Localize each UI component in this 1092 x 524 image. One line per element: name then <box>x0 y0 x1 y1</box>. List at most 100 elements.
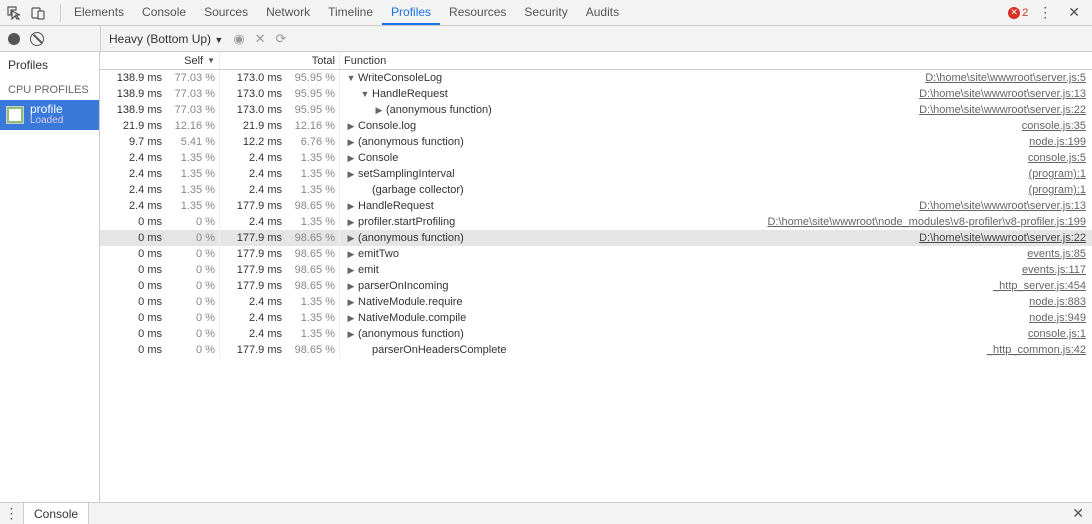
source-link[interactable]: events.js:117 <box>1022 264 1092 276</box>
tab-timeline[interactable]: Timeline <box>319 0 382 25</box>
disclosure-icon[interactable]: ▶ <box>346 121 356 132</box>
source-link[interactable]: (program):1 <box>1029 184 1092 196</box>
col-total[interactable]: Total <box>220 52 340 69</box>
function-name: setSamplingInterval <box>358 168 455 180</box>
function-name: emit <box>358 264 379 276</box>
function-name: (anonymous function) <box>386 104 492 116</box>
table-row[interactable]: 0 ms0 %2.4 ms1.35 %▶NativeModule.require… <box>100 294 1092 310</box>
error-badge[interactable]: ✕ 2 <box>1008 7 1028 19</box>
kebab-menu-icon[interactable]: ⋮ <box>1034 4 1056 21</box>
grid-header: Self▼ Total Function <box>100 52 1092 70</box>
focus-icon[interactable]: ◉ <box>233 31 244 47</box>
device-mode-icon[interactable] <box>28 3 48 23</box>
disclosure-icon[interactable]: ▼ <box>346 73 356 83</box>
chevron-down-icon: ▼ <box>214 35 223 45</box>
inspect-element-icon[interactable] <box>4 3 24 23</box>
source-link[interactable]: node.js:949 <box>1029 312 1092 324</box>
tab-console[interactable]: Console <box>133 0 195 25</box>
function-name: Console.log <box>358 120 416 132</box>
source-link[interactable]: _http_server.js:454 <box>993 280 1092 292</box>
table-row[interactable]: 9.7 ms5.41 %12.2 ms6.76 %▶(anonymous fun… <box>100 134 1092 150</box>
disclosure-icon[interactable]: ▶ <box>346 201 356 212</box>
col-function[interactable]: Function <box>340 52 1092 69</box>
sidebar-title: Profiles <box>0 52 99 76</box>
table-row[interactable]: 0 ms0 %177.9 ms98.65 %▶parserOnIncoming_… <box>100 278 1092 294</box>
source-link[interactable]: D:\home\site\wwwroot\server.js:22 <box>919 104 1092 116</box>
disclosure-icon[interactable]: ▶ <box>346 329 356 340</box>
view-mode-select[interactable]: Heavy (Bottom Up) ▼ <box>109 32 223 46</box>
disclosure-icon[interactable]: ▶ <box>346 153 356 164</box>
tab-sources[interactable]: Sources <box>195 0 257 25</box>
drawer-menu-icon[interactable]: ⋮ <box>0 503 24 524</box>
source-link[interactable]: node.js:883 <box>1029 296 1092 308</box>
function-name: NativeModule.require <box>358 296 463 308</box>
panel-tabs: ElementsConsoleSourcesNetworkTimelinePro… <box>65 0 628 25</box>
disclosure-icon[interactable]: ▶ <box>346 137 356 148</box>
error-count: 2 <box>1022 7 1028 19</box>
disclosure-icon[interactable]: ▶ <box>346 297 356 308</box>
table-row[interactable]: 138.9 ms77.03 %173.0 ms95.95 %▼HandleReq… <box>100 86 1092 102</box>
reload-icon[interactable]: ⟳ <box>276 31 287 47</box>
table-row[interactable]: 2.4 ms1.35 %2.4 ms1.35 %▶Consoleconsole.… <box>100 150 1092 166</box>
table-row[interactable]: 138.9 ms77.03 %173.0 ms95.95 %▼WriteCons… <box>100 70 1092 86</box>
function-name: (anonymous function) <box>358 232 464 244</box>
function-name: (anonymous function) <box>358 136 464 148</box>
source-link[interactable]: D:\home\site\wwwroot\server.js:13 <box>919 88 1092 100</box>
disclosure-icon[interactable]: ▶ <box>346 233 356 244</box>
source-link[interactable]: D:\home\site\wwwroot\server.js:22 <box>919 232 1092 244</box>
table-row[interactable]: 0 ms0 %2.4 ms1.35 %▶NativeModule.compile… <box>100 310 1092 326</box>
function-name: HandleRequest <box>358 200 434 212</box>
table-row[interactable]: 0 ms0 %2.4 ms1.35 %▶(anonymous function)… <box>100 326 1092 342</box>
source-link[interactable]: (program):1 <box>1029 168 1092 180</box>
table-row[interactable]: 0 ms0 %177.9 ms98.65 %parserOnHeadersCom… <box>100 342 1092 358</box>
source-link[interactable]: _http_common.js:42 <box>987 344 1092 356</box>
tab-elements[interactable]: Elements <box>65 0 133 25</box>
source-link[interactable]: D:\home\site\wwwroot\server.js:5 <box>925 72 1092 84</box>
close-devtools-icon[interactable]: ✕ <box>1062 4 1086 21</box>
drawer-tab-console[interactable]: Console <box>24 503 89 524</box>
view-mode-label: Heavy (Bottom Up) <box>109 32 211 46</box>
function-name: (anonymous function) <box>358 328 464 340</box>
tab-network[interactable]: Network <box>257 0 319 25</box>
profile-status: Loaded <box>30 115 63 127</box>
disclosure-icon[interactable]: ▶ <box>374 105 384 116</box>
tab-security[interactable]: Security <box>515 0 576 25</box>
source-link[interactable]: events.js:85 <box>1027 248 1092 260</box>
disclosure-icon[interactable]: ▶ <box>346 217 356 228</box>
sidebar-item-profile[interactable]: profile Loaded <box>0 100 99 130</box>
table-row[interactable]: 0 ms0 %177.9 ms98.65 %▶(anonymous functi… <box>100 230 1092 246</box>
source-link[interactable]: D:\home\site\wwwroot\server.js:13 <box>919 200 1092 212</box>
disclosure-icon[interactable]: ▶ <box>346 169 356 180</box>
exclude-icon[interactable]: ✕ <box>255 31 266 47</box>
clear-icon[interactable] <box>30 32 44 46</box>
tab-audits[interactable]: Audits <box>577 0 628 25</box>
profiles-sidebar: Profiles CPU PROFILES profile Loaded <box>0 52 100 502</box>
drawer-close-icon[interactable]: ✕ <box>1064 505 1092 522</box>
source-link[interactable]: console.js:5 <box>1028 152 1092 164</box>
table-row[interactable]: 0 ms0 %177.9 ms98.65 %▶emitTwoevents.js:… <box>100 246 1092 262</box>
disclosure-icon[interactable]: ▶ <box>346 249 356 260</box>
tab-profiles[interactable]: Profiles <box>382 0 440 25</box>
table-row[interactable]: 0 ms0 %177.9 ms98.65 %▶emitevents.js:117 <box>100 262 1092 278</box>
table-row[interactable]: 2.4 ms1.35 %2.4 ms1.35 %▶setSamplingInte… <box>100 166 1092 182</box>
profile-grid: Self▼ Total Function 138.9 ms77.03 %173.… <box>100 52 1092 502</box>
disclosure-icon[interactable]: ▶ <box>346 265 356 276</box>
sidebar-section: CPU PROFILES <box>0 76 99 100</box>
disclosure-icon[interactable]: ▶ <box>346 313 356 324</box>
table-row[interactable]: 21.9 ms12.16 %21.9 ms12.16 %▶Console.log… <box>100 118 1092 134</box>
disclosure-icon[interactable]: ▼ <box>360 89 370 99</box>
table-row[interactable]: 2.4 ms1.35 %2.4 ms1.35 %(garbage collect… <box>100 182 1092 198</box>
source-link[interactable]: D:\home\site\wwwroot\node_modules\v8-pro… <box>767 216 1092 228</box>
source-link[interactable]: console.js:35 <box>1022 120 1092 132</box>
table-row[interactable]: 2.4 ms1.35 %177.9 ms98.65 %▶HandleReques… <box>100 198 1092 214</box>
tab-resources[interactable]: Resources <box>440 0 515 25</box>
record-icon[interactable] <box>8 33 20 45</box>
drawer: ⋮ Console ✕ <box>0 502 1092 524</box>
source-link[interactable]: console.js:1 <box>1028 328 1092 340</box>
table-row[interactable]: 138.9 ms77.03 %173.0 ms95.95 %▶(anonymou… <box>100 102 1092 118</box>
disclosure-icon[interactable]: ▶ <box>346 281 356 292</box>
table-row[interactable]: 0 ms0 %2.4 ms1.35 %▶profiler.startProfil… <box>100 214 1092 230</box>
col-self[interactable]: Self▼ <box>100 52 220 69</box>
function-name: profiler.startProfiling <box>358 216 455 228</box>
source-link[interactable]: node.js:199 <box>1029 136 1092 148</box>
